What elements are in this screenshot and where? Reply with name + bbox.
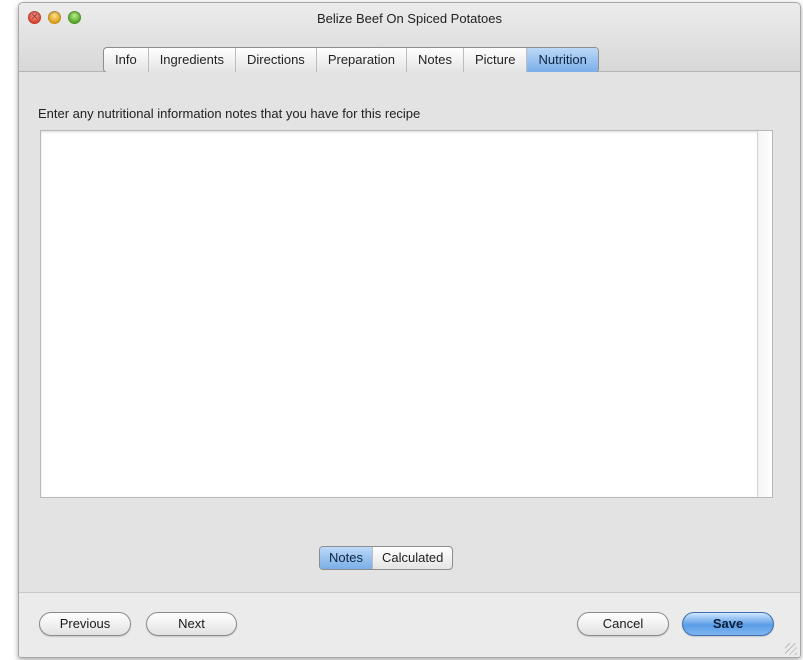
scrollbar-track[interactable]	[757, 131, 772, 497]
tab-ingredients[interactable]: Ingredients	[149, 48, 237, 72]
tab-nutrition[interactable]: Nutrition	[527, 48, 598, 72]
recipe-window: × Belize Beef On Spiced Potatoes Info In…	[18, 2, 801, 658]
save-button[interactable]: Save	[682, 612, 774, 636]
nutrition-panel: Enter any nutritional information notes …	[19, 72, 800, 592]
segment-calculated[interactable]: Calculated	[373, 547, 452, 569]
previous-button[interactable]: Previous	[39, 612, 131, 636]
title-bar[interactable]: × Belize Beef On Spiced Potatoes Info In…	[19, 3, 800, 73]
section-tabs: Info Ingredients Directions Preparation …	[103, 47, 599, 73]
tab-notes[interactable]: Notes	[407, 48, 464, 72]
tab-preparation[interactable]: Preparation	[317, 48, 408, 72]
segment-notes[interactable]: Notes	[320, 547, 373, 569]
nutrition-notes-textarea[interactable]	[40, 130, 773, 498]
resize-grip-icon[interactable]	[785, 643, 797, 655]
window-title: Belize Beef On Spiced Potatoes	[316, 11, 502, 26]
tab-info[interactable]: Info	[104, 48, 149, 72]
next-button[interactable]: Next	[146, 612, 237, 636]
tab-picture[interactable]: Picture	[464, 48, 528, 72]
nutrition-mode-switch: Notes Calculated	[319, 546, 454, 570]
tab-directions[interactable]: Directions	[236, 48, 317, 72]
footer-bar: Previous Next Cancel Save	[19, 592, 800, 657]
cancel-button[interactable]: Cancel	[577, 612, 669, 636]
instruction-label: Enter any nutritional information notes …	[38, 106, 421, 121]
